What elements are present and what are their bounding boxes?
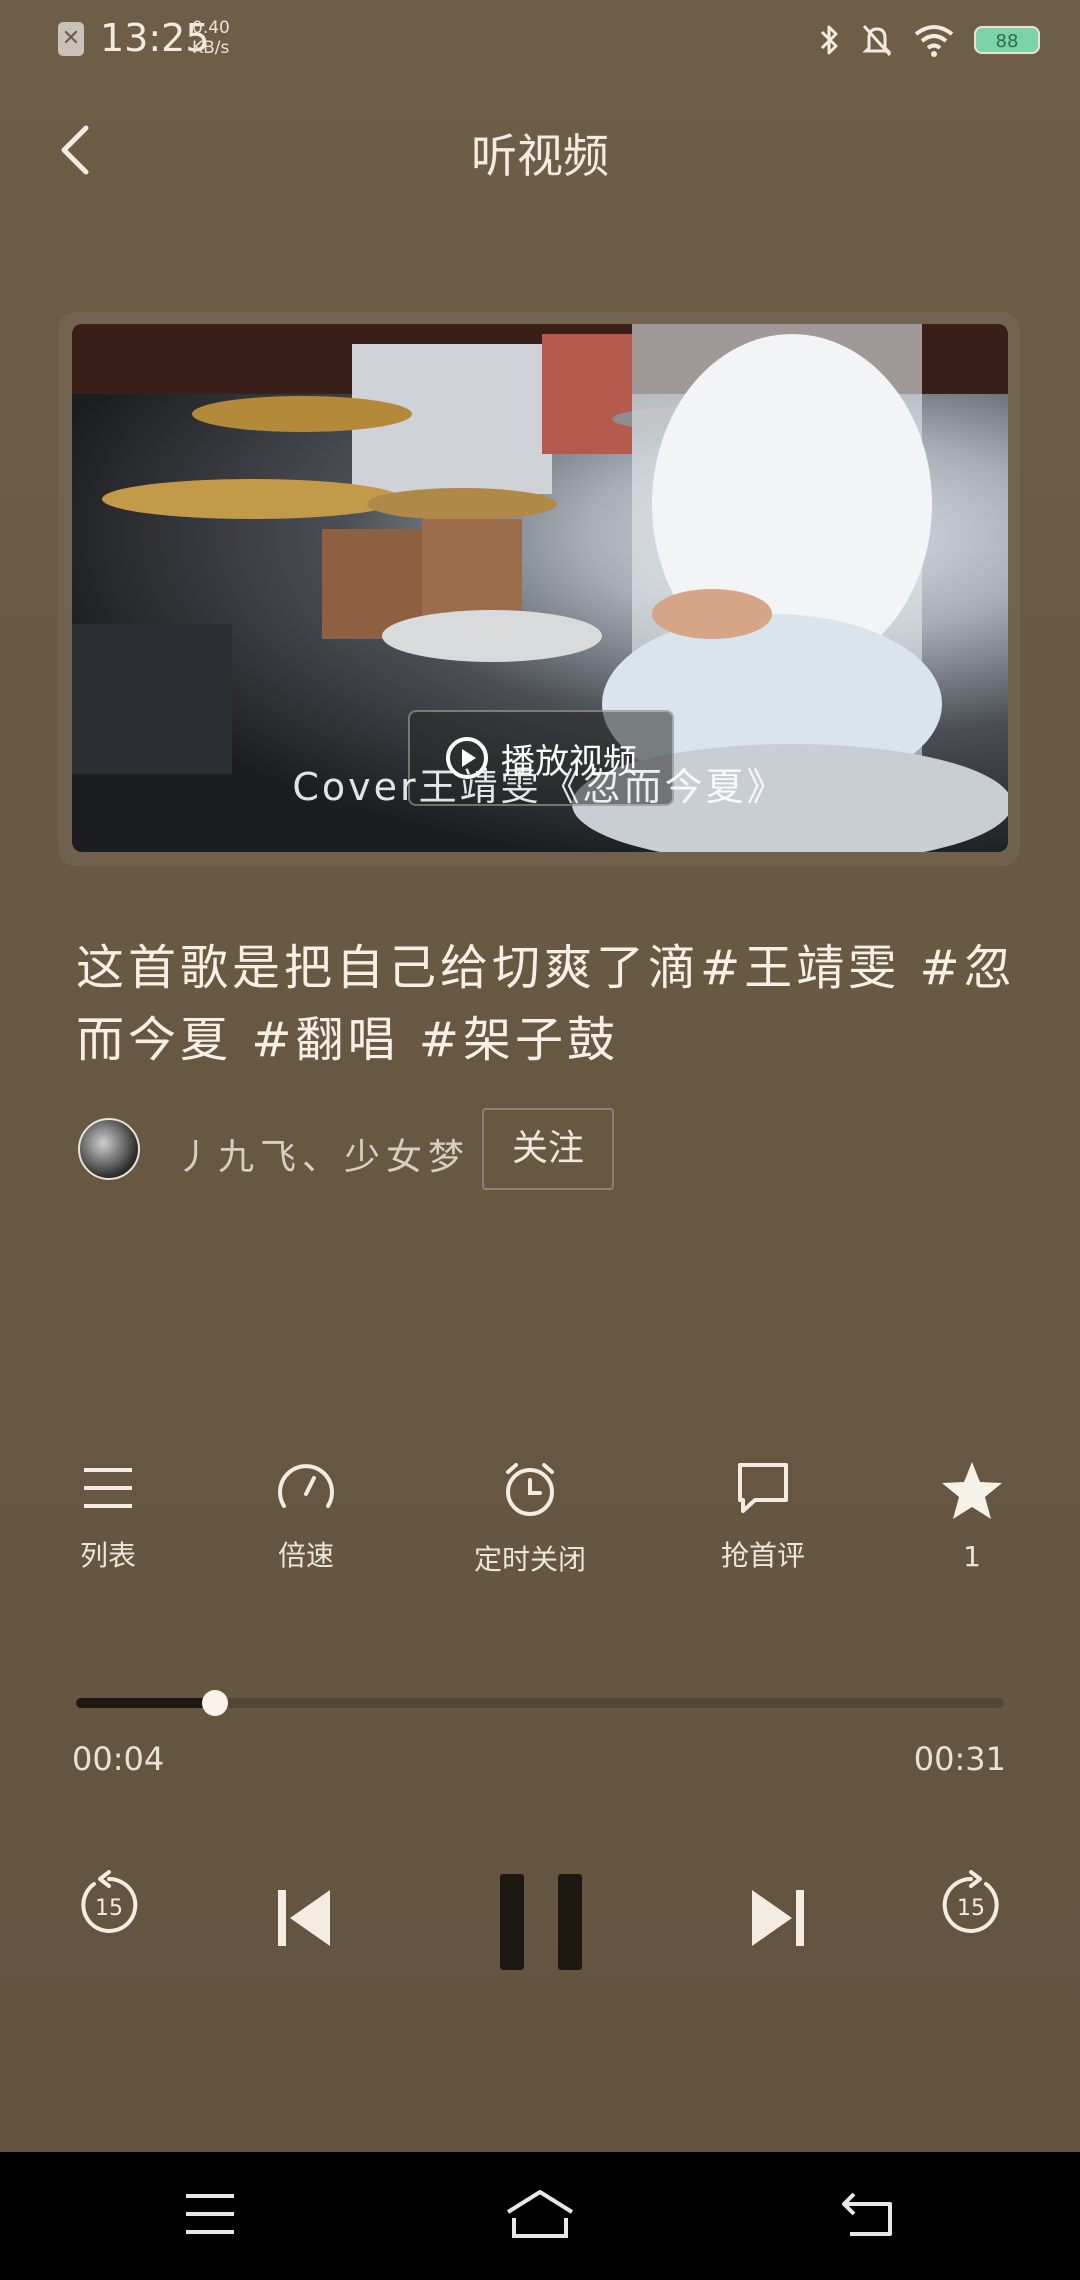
net-speed-unit: KB/s bbox=[192, 38, 230, 58]
wifi-icon bbox=[914, 25, 954, 57]
timer-label: 定时关闭 bbox=[473, 1543, 586, 1576]
next-track-button[interactable] bbox=[746, 1886, 810, 1954]
pause-icon bbox=[500, 1874, 582, 1970]
notification-close-icon: ✕ bbox=[58, 22, 84, 56]
forward-15-icon: 15 bbox=[942, 1870, 999, 1933]
favorite-count: 1 bbox=[963, 1540, 981, 1573]
post-description: 这首歌是把自己给切爽了滴#王靖雯 #忽而今夏 #翻唱 #架子鼓 bbox=[76, 940, 1016, 1068]
progress-handle[interactable] bbox=[202, 1690, 228, 1716]
net-speed: 0.40 KB/s bbox=[192, 18, 230, 58]
forward-15-button[interactable]: 15 bbox=[936, 1870, 1006, 1944]
rewind-15-icon: 15 bbox=[81, 1870, 138, 1933]
favorite-button[interactable]: 1 bbox=[887, 1460, 1057, 1573]
list-label: 列表 bbox=[79, 1539, 136, 1572]
star-icon bbox=[942, 1462, 1002, 1519]
previous-track-button[interactable] bbox=[272, 1886, 336, 1954]
status-icons: 88 bbox=[818, 18, 1040, 62]
list-button[interactable]: 列表 bbox=[23, 1460, 193, 1574]
progress-fill bbox=[76, 1698, 215, 1708]
list-icon bbox=[84, 1468, 132, 1508]
alarm-clock-icon bbox=[506, 1463, 554, 1516]
video-caption: Cover王靖雯《忽而今夏》 bbox=[292, 765, 788, 809]
speed-button[interactable]: 倍速 bbox=[221, 1460, 391, 1574]
mute-bell-icon bbox=[862, 24, 892, 57]
pause-button[interactable] bbox=[496, 1872, 586, 1976]
status-bar: ✕ 13:25 0.40 KB/s 88 bbox=[0, 0, 1080, 80]
battery-icon: 88 bbox=[974, 26, 1040, 54]
svg-text:15: 15 bbox=[957, 1896, 985, 1921]
net-speed-value: 0.40 bbox=[192, 18, 230, 38]
menu-icon[interactable] bbox=[184, 2192, 236, 2236]
first-comment-label: 抢首评 bbox=[720, 1539, 805, 1572]
current-time: 00:04 bbox=[72, 1740, 165, 1778]
rewind-15-button[interactable]: 15 bbox=[74, 1870, 144, 1944]
author-name[interactable]: 丿九飞、少女梦 bbox=[176, 1128, 470, 1180]
system-nav-bar bbox=[0, 2152, 1080, 2280]
back-nav-icon[interactable] bbox=[840, 2190, 896, 2238]
comment-icon bbox=[738, 1463, 788, 1513]
first-comment-button[interactable]: 抢首评 bbox=[678, 1460, 848, 1574]
timer-button[interactable]: 定时关闭 bbox=[445, 1460, 615, 1578]
skip-previous-icon bbox=[278, 1890, 330, 1946]
home-icon[interactable] bbox=[504, 2188, 576, 2240]
author-avatar[interactable] bbox=[78, 1118, 140, 1180]
follow-button[interactable]: 关注 bbox=[482, 1108, 614, 1190]
svg-text:15: 15 bbox=[95, 1896, 123, 1921]
bluetooth-icon bbox=[820, 25, 838, 55]
page-title: 听视频 bbox=[471, 129, 609, 183]
total-time: 00:31 bbox=[913, 1740, 1006, 1778]
speed-gauge-icon bbox=[278, 1464, 334, 1508]
skip-next-icon bbox=[752, 1890, 804, 1946]
speed-label: 倍速 bbox=[277, 1539, 334, 1572]
